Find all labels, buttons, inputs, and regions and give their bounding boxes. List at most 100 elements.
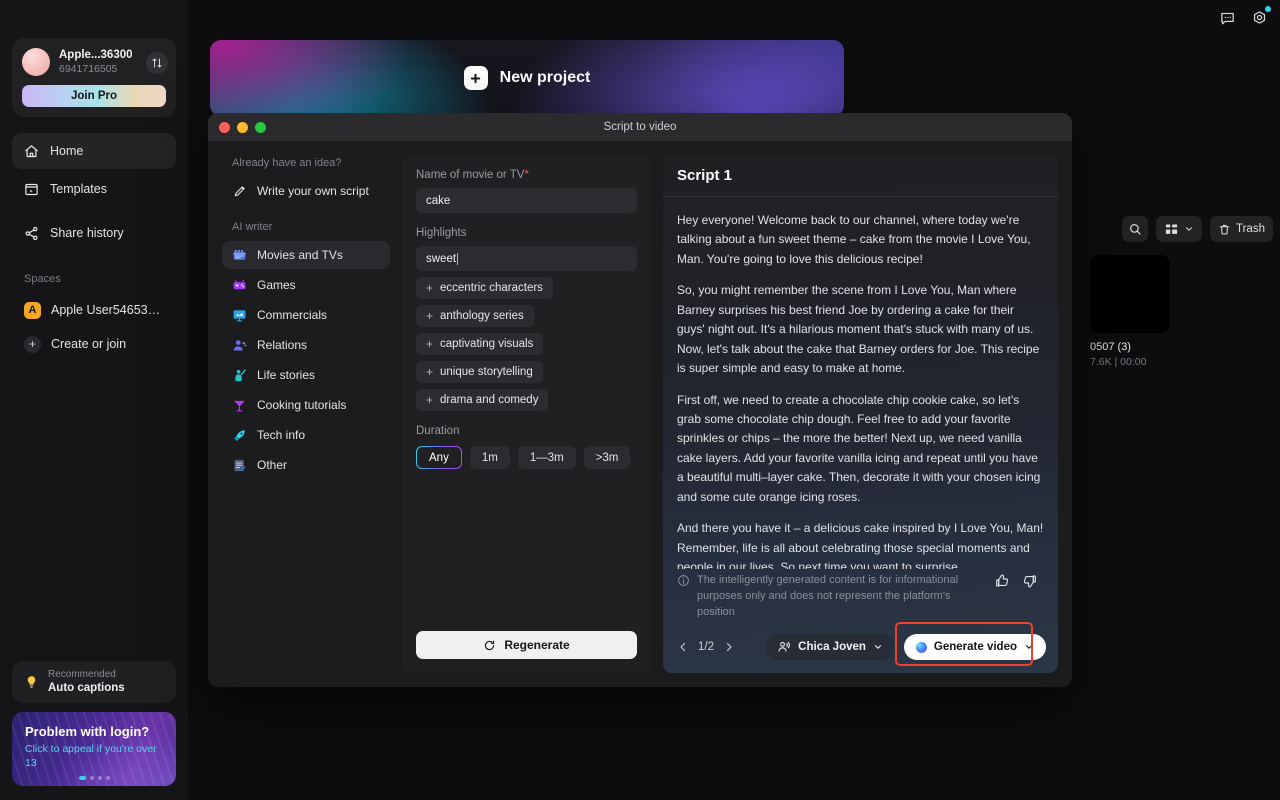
duration-option-1m[interactable]: 1m [469,446,510,469]
account-card[interactable]: Apple...36300 6941716505 Join Pro [12,38,176,117]
asset-card[interactable]: 0507 (3) 7.6K | 00:00 [1090,255,1170,368]
disclaimer-row: The intelligently generated content is f… [663,569,1058,621]
message-icon [1220,12,1234,24]
sidebar-item-label: Home [50,144,84,158]
chevron-down-icon [874,645,881,649]
modal-titlebar[interactable]: Script to video [208,113,1072,141]
script-text-body[interactable]: Hey everyone! Welcome back to our channe… [663,197,1058,569]
highlight-suggestion-chip[interactable]: + eccentric characters [416,277,553,299]
category-life-stories[interactable]: Life stories [222,361,390,389]
category-tech-info[interactable]: Tech info [222,421,390,449]
duration-option-1-3m[interactable]: 1—3m [517,446,576,469]
app-root: Apple...36300 6941716505 Join Pro Home T… [0,0,1280,800]
category-label: Other [257,458,288,472]
chip-label: anthology series [440,310,524,322]
promo-card[interactable]: Problem with login? Click to appeal if y… [12,712,176,786]
chevron-down-icon [1025,645,1033,649]
plus-icon: + [426,337,434,351]
thumbs-down-icon[interactable] [1022,573,1038,589]
duration-option-gt3m[interactable]: >3m [583,446,631,469]
category-commercials[interactable]: Commercials [222,301,390,329]
chip-label: drama and comedy [440,394,539,406]
generate-video-button[interactable]: Generate video [903,634,1046,660]
home-icon [24,144,39,159]
chip-label: eccentric characters [440,282,543,294]
highlight-suggestion-chip[interactable]: + anthology series [416,305,534,327]
write-own-script-label: Write your own script [257,184,369,198]
promo-title: Problem with login? [25,724,150,739]
feedback-actions [994,573,1044,589]
script-pager: 1/2 [677,641,735,653]
sidebar-item-create-or-join[interactable]: + Create or join [0,327,188,361]
gamepad-icon [232,278,247,293]
info-icon [678,575,689,587]
highlight-suggestion-chip[interactable]: + unique storytelling [416,361,543,383]
category-other[interactable]: Other [222,451,390,479]
script-preview-panel: Script 1 Hey everyone! Welcome back to o… [663,155,1058,673]
highlights-input[interactable]: sweet [416,246,637,271]
pencil-icon [232,184,247,199]
highlight-suggestion-chip[interactable]: + captivating visuals [416,333,544,355]
duration-option-any[interactable]: Any [416,446,462,469]
script-paragraph: And there you have it – a delicious cake… [677,521,1044,570]
category-label: Games [257,278,296,292]
join-pro-button[interactable]: Join Pro [22,85,166,107]
sidebar-item-templates[interactable]: Templates [12,171,176,207]
regenerate-button[interactable]: Regenerate [416,631,637,659]
feedback-button[interactable] [1216,7,1238,29]
plus-icon [463,66,488,90]
rocket-icon [232,428,247,443]
settings-button[interactable] [1248,6,1271,29]
search-button[interactable] [1122,216,1148,242]
idea-section-label: Already have an idea? [232,157,342,169]
lightbulb-icon [24,675,39,690]
recommendation-card[interactable]: Recommended Auto captions [12,661,176,703]
ai-orb-icon [915,641,927,653]
refresh-icon [485,640,495,650]
write-own-script-item[interactable]: Write your own script [222,177,390,205]
sidebar-item-space[interactable]: A Apple User546536... [0,293,188,327]
layout-switch-button[interactable] [1156,216,1202,242]
highlights-label: Highlights [416,227,467,239]
regenerate-label: Regenerate [504,638,570,652]
generate-video-wrapper: Generate video [894,622,1046,666]
asset-thumbnail[interactable] [1090,255,1170,333]
clapperboard-icon [232,248,247,263]
sidebar-item-home[interactable]: Home [12,133,176,169]
swap-account-button[interactable] [146,52,168,74]
trash-icon [1219,224,1230,234]
voice-selector[interactable]: Chica Joven [766,634,894,660]
create-or-join-label: Create or join [51,337,127,351]
plus-icon: + [426,393,434,407]
category-cooking-tutorials[interactable]: Cooking tutorials [222,391,390,419]
category-movies-and-tvs[interactable]: Movies and TVs [222,241,390,269]
primary-nav: Home Templates Share history [0,133,188,253]
chevron-right-icon[interactable] [723,641,735,653]
trash-button[interactable]: Trash [1210,216,1273,242]
movie-name-label-text: Name of movie or TV [416,169,525,181]
sidebar-item-share-history[interactable]: Share history [12,215,176,251]
generate-video-label: Generate video [933,641,1017,653]
voice-label: Chica Joven [798,641,866,653]
new-project-banner[interactable]: New project [210,40,844,116]
sidebar: Apple...36300 6941716505 Join Pro Home T… [0,0,188,800]
space-label: Apple User546536... [51,303,164,317]
plus-icon: + [426,365,434,379]
disclaimer-text: The intelligently generated content is f… [697,574,959,619]
thumbs-up-icon[interactable] [994,573,1010,589]
movie-name-input[interactable]: cake [416,188,637,213]
highlights-value: sweet [426,252,457,265]
recommendation-title: Auto captions [48,682,125,695]
asset-toolbar: Trash [1122,216,1273,242]
category-label: Cooking tutorials [257,398,347,412]
people-icon [232,338,247,353]
category-games[interactable]: Games [222,271,390,299]
category-relations[interactable]: Relations [222,331,390,359]
plus-icon: + [426,281,434,295]
avatar [22,48,50,76]
chevron-left-icon[interactable] [677,641,689,653]
promo-carousel-dots[interactable] [12,776,176,780]
highlight-suggestion-chip[interactable]: + drama and comedy [416,389,549,411]
chip-label: captivating visuals [440,338,534,350]
script-paragraph: First off, we need to create a chocolate… [677,392,1041,504]
